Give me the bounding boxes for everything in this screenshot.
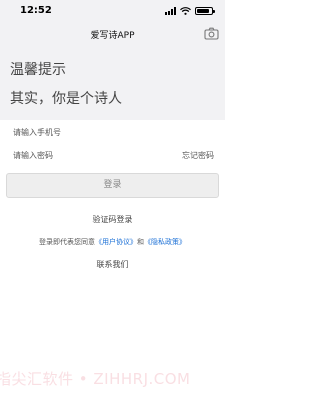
code-login-link[interactable]: 验证码登录 [0, 214, 225, 225]
status-bar: 12:52 [0, 0, 225, 24]
watermark: 指尖汇软件 • ZIHHRJ.COM [0, 370, 191, 388]
user-agreement-link[interactable]: 《用户协议》 [95, 238, 137, 246]
agreement-and: 和 [137, 238, 144, 246]
agreement-prefix: 登录即代表您同意 [39, 238, 95, 246]
agreement-notice: 登录即代表您同意《用户协议》和《隐私政策》 [0, 237, 225, 247]
camera-icon[interactable] [204, 27, 219, 40]
signal-icon [165, 7, 176, 15]
status-time: 12:52 [20, 5, 52, 16]
status-icons [165, 7, 215, 15]
battery-icon [195, 7, 215, 15]
app-title: 爱写诗APP [90, 31, 135, 41]
login-button[interactable]: 登录 [6, 173, 219, 198]
welcome-banner: 温馨提示 其实，你是个诗人 [0, 46, 225, 120]
password-input[interactable] [13, 147, 163, 163]
phone-input[interactable] [13, 124, 163, 140]
contact-us-link[interactable]: 联系我们 [0, 259, 225, 270]
forgot-password-link[interactable]: 忘记密码 [182, 150, 214, 161]
wifi-icon [180, 7, 191, 15]
welcome-subtitle: 其实，你是个诗人 [10, 91, 122, 107]
password-field-row: 忘记密码 [0, 142, 225, 169]
privacy-policy-link[interactable]: 《隐私政策》 [144, 238, 186, 246]
welcome-title: 温馨提示 [10, 62, 66, 78]
nav-bar: 爱写诗APP [0, 24, 225, 46]
